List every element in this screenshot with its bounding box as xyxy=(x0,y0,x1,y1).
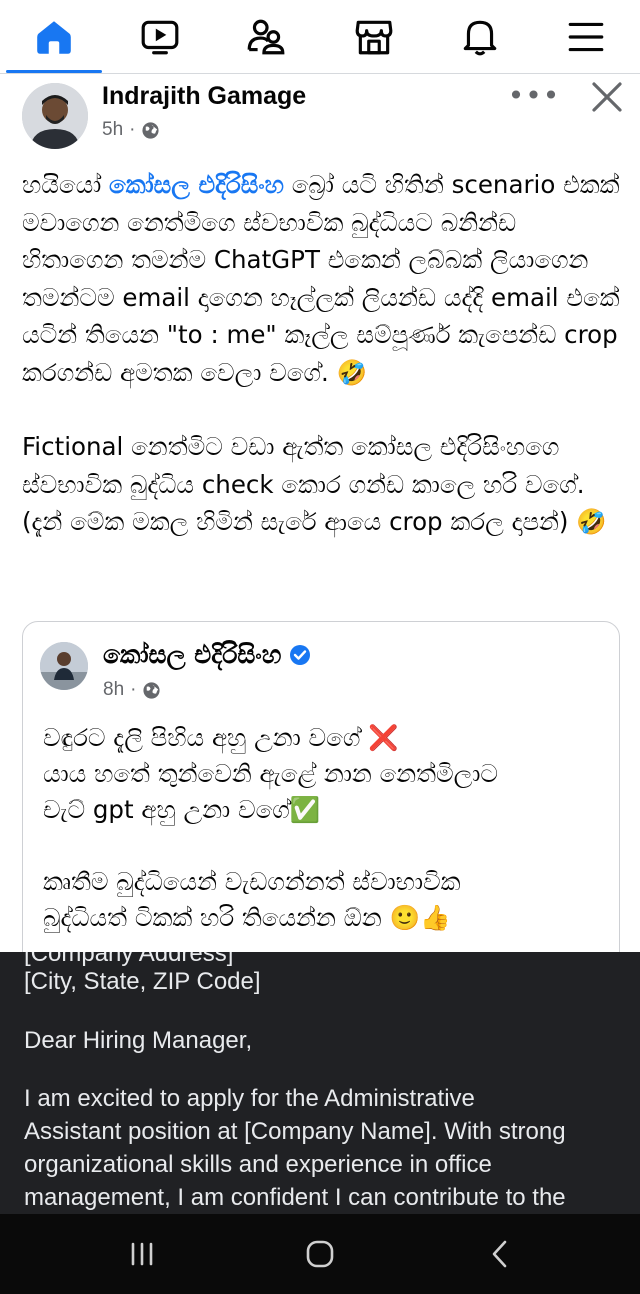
email-screenshot-image[interactable]: [Company Address] [City, State, ZIP Code… xyxy=(0,952,640,1214)
system-home-button[interactable] xyxy=(290,1232,350,1276)
shared-line: කෘතීම බුද්ධියෙන් වැඩගන්නත් ස්වාභාවික xyxy=(43,867,461,896)
post-meta: 5h · xyxy=(102,119,160,141)
shared-post-time[interactable]: 8h xyxy=(103,679,124,701)
verified-badge-icon xyxy=(290,645,311,665)
friends-icon xyxy=(247,19,285,55)
nav-marketplace-tab[interactable] xyxy=(324,0,424,74)
document-line: Assistant position at [Company Name]. Wi… xyxy=(24,1118,566,1145)
recents-icon xyxy=(131,1242,153,1266)
shared-paragraph-2: කෘතීම බුද්ධියෙන් වැඩගන්නත් ස්වාභාවික බුද… xyxy=(43,864,603,936)
marketplace-icon xyxy=(355,20,393,55)
paragraph-prefix: හයියෝ xyxy=(22,170,110,199)
nav-notifications-tab[interactable] xyxy=(430,0,530,74)
shared-paragraph-1: වඳුරට දැලි පිහිය අහු උනා වගේ ❌ යාය හතේ ත… xyxy=(43,720,603,828)
document-line: organizational skills and experience in … xyxy=(24,1151,492,1178)
cut-off-line: [Company Address] xyxy=(24,952,234,967)
document-line: I am excited to apply for the Administra… xyxy=(24,1085,475,1112)
post-paragraph-2: Fictional නෙත්මිට වඩා ඇත්ත කෝසල එදිරිසිං… xyxy=(22,432,607,536)
system-navigation-bar xyxy=(0,1214,640,1294)
meta-separator: · xyxy=(129,119,136,140)
shared-post-body: වඳුරට දැලි පිහිය අහු උනා වගේ ❌ යාය හතේ ත… xyxy=(43,720,603,972)
shared-line: බුද්ධියත් ටිකක් හරි තියෙන්න ඕන 🙂👍 xyxy=(43,903,451,932)
mention-link[interactable]: කෝසල එදිරිසිංහ xyxy=(109,170,284,199)
shared-author: කෝසල එදිරිසිංහ xyxy=(103,640,311,670)
bell-icon xyxy=(463,20,497,56)
menu-icon xyxy=(568,22,604,52)
nav-menu-tab[interactable] xyxy=(536,0,636,74)
shared-line: චැට් gpt අහු උනා වගේ✅ xyxy=(43,795,321,824)
shared-line: වඳුරට දැලි පිහිය අහු උනා වගේ ❌ xyxy=(43,723,399,752)
video-icon xyxy=(141,20,179,55)
home-icon xyxy=(37,21,71,54)
back-button[interactable] xyxy=(470,1232,530,1276)
active-tab-indicator xyxy=(6,70,102,73)
document-line: management, I am confident I can contrib… xyxy=(24,1184,566,1211)
shared-post-meta: 8h · xyxy=(103,679,161,701)
shared-author-name[interactable]: කෝසල එදිරිසිංහ xyxy=(103,640,281,670)
nav-friends-tab[interactable] xyxy=(216,0,316,74)
post-body: හයියෝ කෝසල එදිරිසිංහ බ්‍රෝ යටි හිතින් sc… xyxy=(22,166,622,578)
shared-author-avatar[interactable] xyxy=(40,642,88,690)
globe-icon xyxy=(142,121,160,139)
globe-icon xyxy=(143,681,161,699)
post-paragraph-1: හයියෝ කෝසල එදිරිසිංහ බ්‍රෝ යටි හිතින් sc… xyxy=(22,166,622,391)
shared-meta-separator: · xyxy=(130,679,137,700)
document-line: [City, State, ZIP Code] xyxy=(24,968,261,995)
author-avatar[interactable] xyxy=(22,83,88,149)
nav-video-tab[interactable] xyxy=(110,0,210,74)
nav-home-tab[interactable] xyxy=(4,0,104,74)
more-options-button[interactable]: ••• xyxy=(508,79,560,112)
post-author-name[interactable]: Indrajith Gamage xyxy=(102,82,306,111)
recents-button[interactable] xyxy=(112,1232,172,1276)
back-icon xyxy=(492,1240,507,1268)
paragraph-rest: බ්‍රෝ යටි හිතින් scenario එකක් මවාගෙන නෙ… xyxy=(22,170,628,387)
shared-line: යාය හතේ තුන්වෙනි ඇළේ නාන නෙත්මිලාට xyxy=(43,759,499,788)
top-navigation-bar xyxy=(0,0,640,74)
post-time[interactable]: 5h xyxy=(102,119,123,141)
close-icon[interactable] xyxy=(588,78,626,116)
document-line: Dear Hiring Manager, xyxy=(24,1027,253,1054)
home-circle-icon xyxy=(306,1240,334,1268)
